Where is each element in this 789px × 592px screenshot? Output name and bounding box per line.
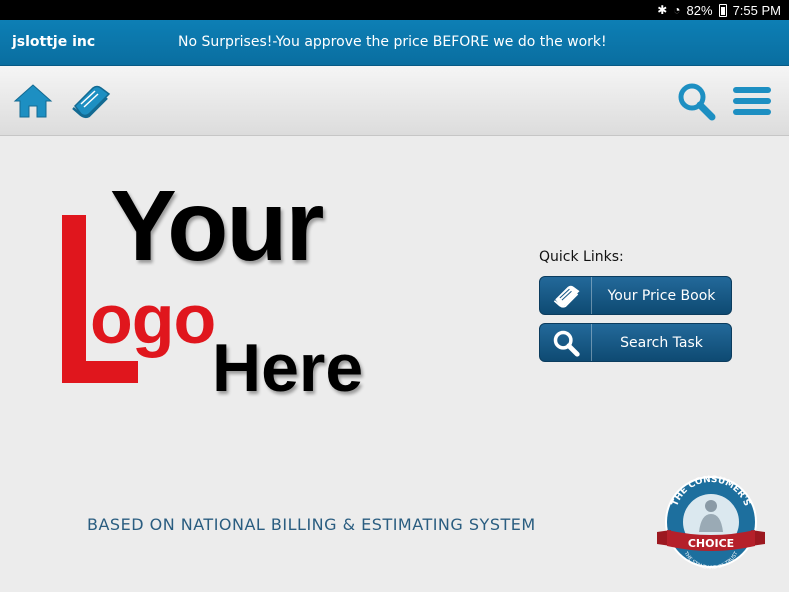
company-name: jslottje inc [12,34,96,50]
quick-link-search-task-label: Search Task [620,334,703,351]
app-header: jslottje inc No Surprises!-You approve t… [0,20,789,66]
price-book-button[interactable] [68,80,112,122]
logo-text-here: Here [212,330,364,406]
home-button[interactable] [11,80,55,122]
quick-link-price-book-label: Your Price Book [607,287,716,304]
bluetooth-icon: ✱ [657,3,668,17]
clock: 7:55 PM [732,2,781,18]
menu-icon [733,87,771,115]
price-book-icon [72,85,111,119]
quick-link-search-task-button[interactable]: Search Task [539,323,732,362]
badge-ribbon-text: CHOICE [688,537,734,550]
search-button[interactable] [674,80,718,122]
battery-icon [718,3,727,17]
book-icon [553,285,580,308]
consumers-choice-badge: THE CONSUMER'S CHOICE THE STANDARD OF TR… [653,474,769,574]
slogan: No Surprises!-You approve the price BEFO… [178,34,607,50]
search-icon [553,330,580,357]
battery-percent: 82% [686,2,713,18]
quick-link-price-book-button[interactable]: Your Price Book [539,276,732,315]
wifi-icon: ◔ [673,3,681,17]
menu-button[interactable] [730,80,774,122]
company-logo: Your ogo Here [62,170,422,407]
quick-links-title: Quick Links: [539,249,624,265]
based-on-text: BASED ON NATIONAL BILLING & ESTIMATING S… [87,515,536,534]
toolbar [0,66,789,136]
status-bar: ✱ ◔ 82% 7:55 PM [0,0,789,20]
search-icon [678,83,716,121]
home-icon [13,84,53,118]
logo-text-ogo: ogo [90,280,216,358]
logo-text-your: Your [110,170,324,282]
